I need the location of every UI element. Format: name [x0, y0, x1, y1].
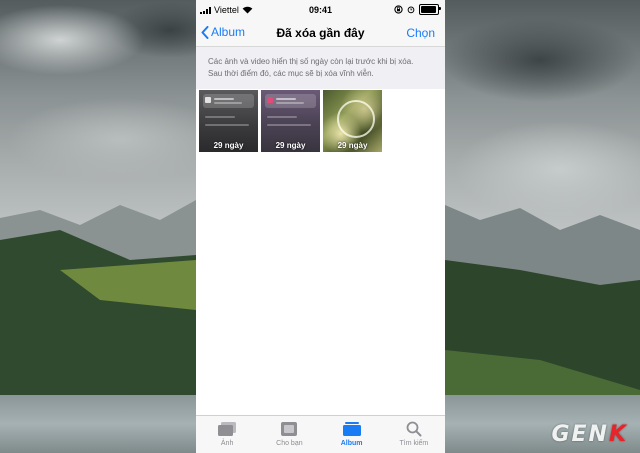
- tab-albums[interactable]: Album: [321, 416, 383, 453]
- phone-screen: Viettel 09:41 Album Đã xóa gần đây Chọn …: [196, 0, 445, 453]
- select-button[interactable]: Chọn: [406, 26, 435, 40]
- navigation-bar: Album Đã xóa gần đây Chọn: [196, 20, 445, 47]
- search-icon: [406, 421, 422, 437]
- tab-search-label: Tìm kiếm: [399, 440, 429, 447]
- photo-light-ring: [337, 100, 375, 138]
- alarm-icon: [407, 6, 415, 14]
- deleted-item-thumbnail[interactable]: 29 ngày: [261, 90, 320, 152]
- lock-rotation-icon: [394, 5, 403, 14]
- days-remaining-label: 29 ngày: [213, 141, 244, 150]
- deleted-item-thumbnail[interactable]: 29 ngày: [199, 90, 258, 152]
- status-bar: Viettel 09:41: [196, 0, 445, 20]
- info-line-2: Sau thời điểm đó, các mục sẽ bị xóa vĩnh…: [208, 69, 374, 78]
- info-banner: Các ảnh và video hiển thị số ngày còn lạ…: [196, 47, 445, 89]
- tab-bar: Ảnh Cho bạn Album Tìm kiếm: [196, 415, 445, 453]
- tab-albums-label: Album: [340, 440, 363, 447]
- deleted-items-grid: 29 ngày 29 ngày 29 ngày: [199, 90, 382, 152]
- battery-fill: [421, 6, 437, 13]
- tab-photos[interactable]: Ảnh: [196, 416, 258, 453]
- tab-photos-label: Ảnh: [220, 440, 234, 447]
- tab-search[interactable]: Tìm kiếm: [383, 416, 445, 453]
- for-you-icon: [281, 422, 298, 436]
- watermark-logo: GENK: [551, 422, 628, 447]
- albums-icon: [342, 422, 361, 436]
- photos-icon: [218, 422, 237, 436]
- days-remaining-label: 29 ngày: [337, 141, 368, 150]
- tab-for-you[interactable]: Cho bạn: [258, 416, 320, 453]
- days-remaining-label: 29 ngày: [275, 141, 306, 150]
- status-right: [394, 4, 441, 15]
- info-line-1: Các ảnh và video hiển thị số ngày còn lạ…: [208, 57, 414, 66]
- deleted-item-thumbnail[interactable]: 29 ngày: [323, 90, 382, 152]
- tab-for-you-label: Cho bạn: [276, 440, 303, 447]
- battery-icon: [419, 4, 441, 15]
